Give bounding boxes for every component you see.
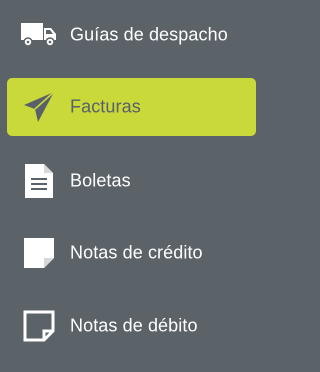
paper-plane-icon (19, 87, 59, 127)
sidebar-menu: Guías de despacho Facturas Boletas Notas… (0, 0, 263, 372)
sidebar-item-label: Facturas (70, 96, 141, 117)
sidebar-item-label: Notas de débito (70, 315, 198, 336)
sidebar-item-notas-de-credito[interactable]: Notas de crédito (7, 224, 256, 282)
sidebar-item-label: Boletas (70, 170, 131, 191)
truck-icon (19, 15, 59, 55)
sidebar-item-notas-de-debito[interactable]: Notas de débito (7, 297, 256, 355)
note-outline-icon (19, 306, 59, 346)
sidebar-item-label: Guías de despacho (70, 24, 228, 45)
document-lines-icon (19, 161, 59, 201)
sidebar-item-boletas[interactable]: Boletas (7, 152, 256, 210)
sidebar-item-facturas[interactable]: Facturas (7, 78, 256, 136)
sidebar-item-guias-de-despacho[interactable]: Guías de despacho (7, 6, 256, 64)
sidebar-item-label: Notas de crédito (70, 242, 203, 263)
note-filled-icon (19, 233, 59, 273)
